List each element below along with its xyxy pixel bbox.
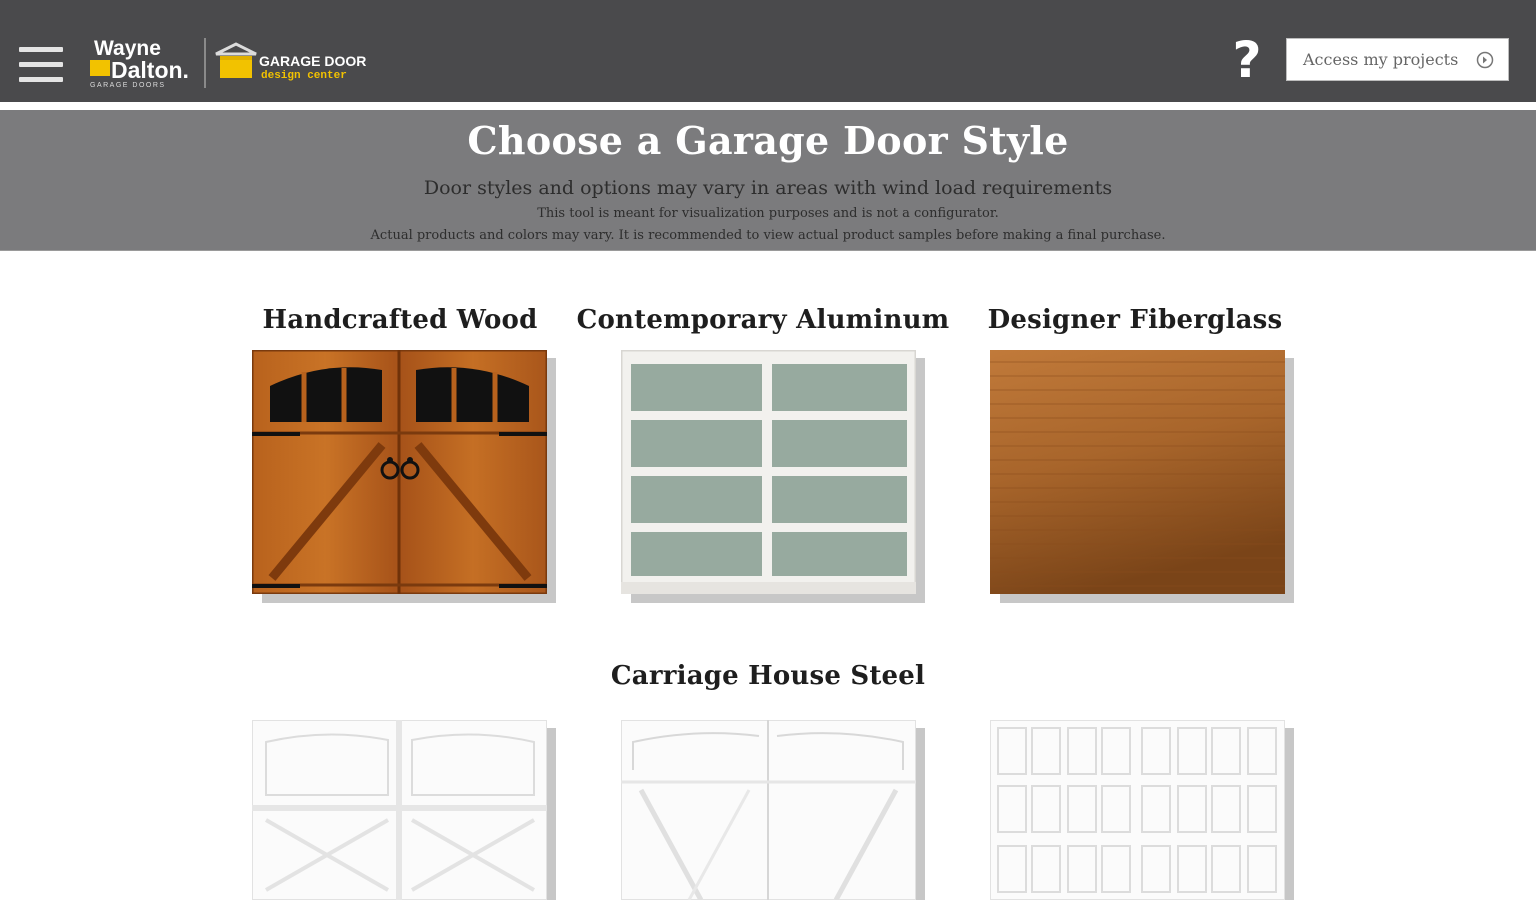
help-icon[interactable]: ? [1228, 32, 1266, 88]
access-my-projects-label: Access my projects [1303, 50, 1459, 69]
svg-text:GARAGE DOORS: GARAGE DOORS [90, 82, 166, 89]
category-title-carriage-house-steel: Carriage House Steel [610, 661, 926, 691]
visualization-disclaimer: This tool is meant for visualization pur… [537, 206, 999, 221]
door-thumbnail-carriage-steel-1[interactable] [252, 720, 547, 900]
hamburger-menu-icon[interactable] [19, 45, 63, 85]
header-divider [0, 102, 1536, 110]
category-title-contemporary-aluminum: Contemporary Aluminum [576, 305, 950, 335]
door-thumbnail-handcrafted-wood[interactable] [252, 350, 547, 594]
wayne-dalton-logo[interactable]: Wayne Dalton. GARAGE DOORS GARAGE DOOR d… [88, 36, 378, 90]
svg-text:design center: design center [261, 70, 347, 82]
wind-load-notice: Door styles and options may vary in area… [423, 177, 1113, 199]
page-title: Choose a Garage Door Style [467, 118, 1069, 163]
access-my-projects-button[interactable]: Access my projects [1286, 38, 1509, 81]
category-title-handcrafted-wood: Handcrafted Wood [262, 305, 538, 335]
door-thumbnail-contemporary-aluminum[interactable] [621, 350, 916, 594]
product-samples-disclaimer: Actual products and colors may vary. It … [370, 228, 1166, 243]
top-navigation-bar: Wayne Dalton. GARAGE DOORS GARAGE DOOR d… [0, 0, 1536, 102]
intro-banner: Choose a Garage Door Style Door styles a… [0, 110, 1536, 251]
svg-text:GARAGE DOOR: GARAGE DOOR [259, 53, 366, 69]
svg-text:Dalton.: Dalton. [111, 57, 189, 83]
door-thumbnail-carriage-steel-2[interactable] [621, 720, 916, 900]
arrow-circle-icon [1476, 51, 1494, 69]
category-title-designer-fiberglass: Designer Fiberglass [987, 305, 1283, 335]
door-thumbnail-carriage-steel-3[interactable] [990, 720, 1285, 900]
door-thumbnail-designer-fiberglass[interactable] [990, 350, 1285, 594]
